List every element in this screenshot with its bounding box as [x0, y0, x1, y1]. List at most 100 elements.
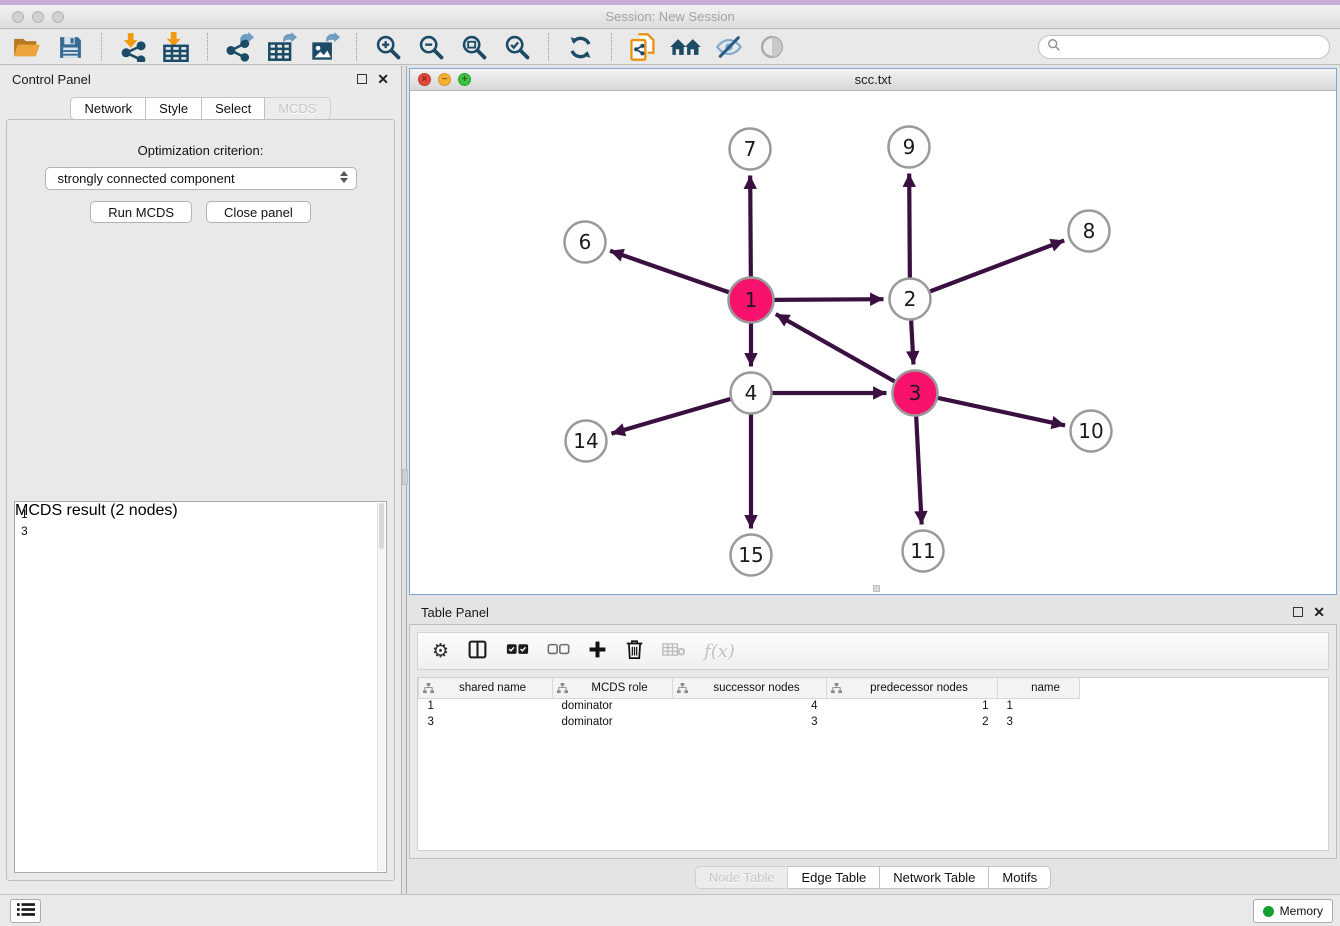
network-canvas[interactable]: 7968124314101511 [410, 92, 1336, 594]
graph-edge-1-6[interactable] [610, 251, 729, 293]
tab-edge-table[interactable]: Edge Table [788, 866, 880, 889]
tab-style[interactable]: Style [146, 97, 202, 120]
zoom-out-button[interactable] [414, 32, 448, 62]
table-cell[interactable]: dominator [553, 714, 673, 730]
table-panel-body: ⚙ f(x) shared nameMCDS rolesuccessor nod… [409, 624, 1337, 859]
zoom-out-icon [417, 33, 445, 61]
graph-edge-3-11[interactable] [916, 416, 921, 524]
minimize-window-button[interactable] [32, 11, 44, 23]
optimization-criterion-label: Optimization criterion: [7, 143, 394, 158]
function-builder-button[interactable]: f(x) [704, 641, 735, 662]
run-mcds-button[interactable]: Run MCDS [90, 201, 192, 223]
plus-icon [588, 640, 607, 662]
column-header[interactable]: MCDS role [553, 678, 673, 698]
tab-select[interactable]: Select [202, 97, 265, 120]
close-panel-icon[interactable]: ✕ [377, 74, 389, 84]
table-cell[interactable]: 3 [419, 714, 553, 730]
zoom-window-button[interactable] [52, 11, 64, 23]
export-image-button[interactable] [308, 32, 342, 62]
table-cell[interactable]: 2 [827, 714, 998, 730]
graph-edge-4-14[interactable] [611, 399, 730, 434]
network-resize-grip[interactable] [873, 585, 880, 592]
delete-table-button[interactable] [662, 642, 686, 660]
network-close-button[interactable]: × [418, 73, 431, 86]
table-cell[interactable]: 1 [827, 698, 998, 714]
table-settings-button[interactable]: ⚙ [432, 640, 449, 662]
clone-network-button[interactable] [626, 32, 660, 62]
float-table-panel-icon[interactable] [1293, 607, 1303, 617]
mcds-result-text[interactable]: 1 3 [21, 506, 374, 868]
table-cell[interactable]: 4 [673, 698, 827, 714]
column-header[interactable]: name [998, 678, 1080, 698]
app-window: Session: New Session Control Pa [0, 0, 1340, 926]
home-button[interactable] [669, 32, 703, 62]
graph-edge-1-7[interactable] [750, 175, 751, 276]
table-cell[interactable]: 3 [673, 714, 827, 730]
graph-edge-2-3[interactable] [911, 320, 913, 364]
tab-node-table[interactable]: Node Table [695, 866, 789, 889]
export-table-button[interactable] [265, 32, 299, 62]
export-network-button[interactable] [222, 32, 256, 62]
table-row: 3dominator323 [419, 714, 1080, 730]
criterion-select[interactable]: strongly connected component [45, 167, 357, 190]
refresh-button[interactable] [563, 32, 597, 62]
panel-splitter[interactable] [401, 66, 407, 894]
zoom-in-button[interactable] [371, 32, 405, 62]
close-panel-button[interactable]: Close panel [206, 201, 311, 223]
titlebar[interactable]: Session: New Session [0, 5, 1340, 29]
import-table-button[interactable] [159, 32, 193, 62]
column-header[interactable]: shared name [419, 678, 553, 698]
search-input[interactable] [1066, 39, 1321, 55]
float-panel-icon[interactable] [357, 74, 367, 84]
unselect-all-button[interactable] [547, 643, 570, 659]
close-window-button[interactable] [12, 11, 24, 23]
network-minimize-button[interactable]: − [438, 73, 451, 86]
network-window-titlebar[interactable]: × − + scc.txt [410, 69, 1336, 91]
function-icon: f(x) [704, 641, 735, 662]
toolbar-separator [356, 33, 357, 61]
column-header[interactable]: successor nodes [673, 678, 827, 698]
table-cell[interactable]: 1 [998, 698, 1080, 714]
table-cell[interactable]: 1 [419, 698, 553, 714]
network-zoom-button[interactable]: + [458, 73, 471, 86]
graph-edge-2-8[interactable] [930, 240, 1064, 291]
close-table-panel-icon[interactable]: ✕ [1313, 607, 1325, 617]
control-panel-title: Control Panel [12, 72, 91, 87]
tab-mcds[interactable]: MCDS [265, 97, 330, 120]
graphics-details-toggle-button[interactable] [712, 32, 746, 62]
tab-network[interactable]: Network [70, 97, 146, 120]
table-cell[interactable]: 3 [998, 714, 1080, 730]
graph-node-label: 14 [573, 429, 598, 453]
graph-node-label: 3 [909, 381, 922, 405]
task-history-button[interactable] [10, 899, 41, 923]
delete-column-button[interactable] [625, 639, 644, 663]
chevron-updown-icon [340, 171, 348, 183]
import-network-icon [118, 32, 148, 62]
graph-edge-3-10[interactable] [938, 398, 1065, 425]
table-row: 1dominator411 [419, 698, 1080, 714]
toolbar-separator [611, 33, 612, 61]
column-header[interactable]: predecessor nodes [827, 678, 998, 698]
table-cell[interactable]: dominator [553, 698, 673, 714]
save-session-button[interactable] [53, 32, 87, 62]
tab-motifs[interactable]: Motifs [989, 866, 1051, 889]
window-controls [12, 11, 64, 23]
zoom-fit-button[interactable] [457, 32, 491, 62]
graph-edge-3-1[interactable] [776, 314, 895, 381]
graph-edge-2-9[interactable] [909, 173, 910, 277]
tab-network-table[interactable]: Network Table [880, 866, 989, 889]
select-all-button[interactable] [506, 643, 529, 659]
graph-edge-1-2[interactable] [774, 299, 883, 300]
create-column-button[interactable] [588, 640, 607, 662]
import-network-button[interactable] [116, 32, 150, 62]
zoom-selected-button[interactable] [500, 32, 534, 62]
show-hide-button[interactable] [755, 32, 789, 62]
mcds-panel: Optimization criterion: strongly connect… [6, 119, 395, 881]
memory-button[interactable]: Memory [1253, 899, 1333, 923]
memory-status-icon [1263, 906, 1274, 917]
result-scrollbar[interactable] [377, 503, 385, 871]
graph-node-label: 2 [904, 287, 917, 311]
open-file-button[interactable] [10, 32, 44, 62]
network-window[interactable]: × − + scc.txt 7968124314101511 [409, 68, 1337, 595]
panel-mode-button[interactable] [467, 639, 488, 663]
